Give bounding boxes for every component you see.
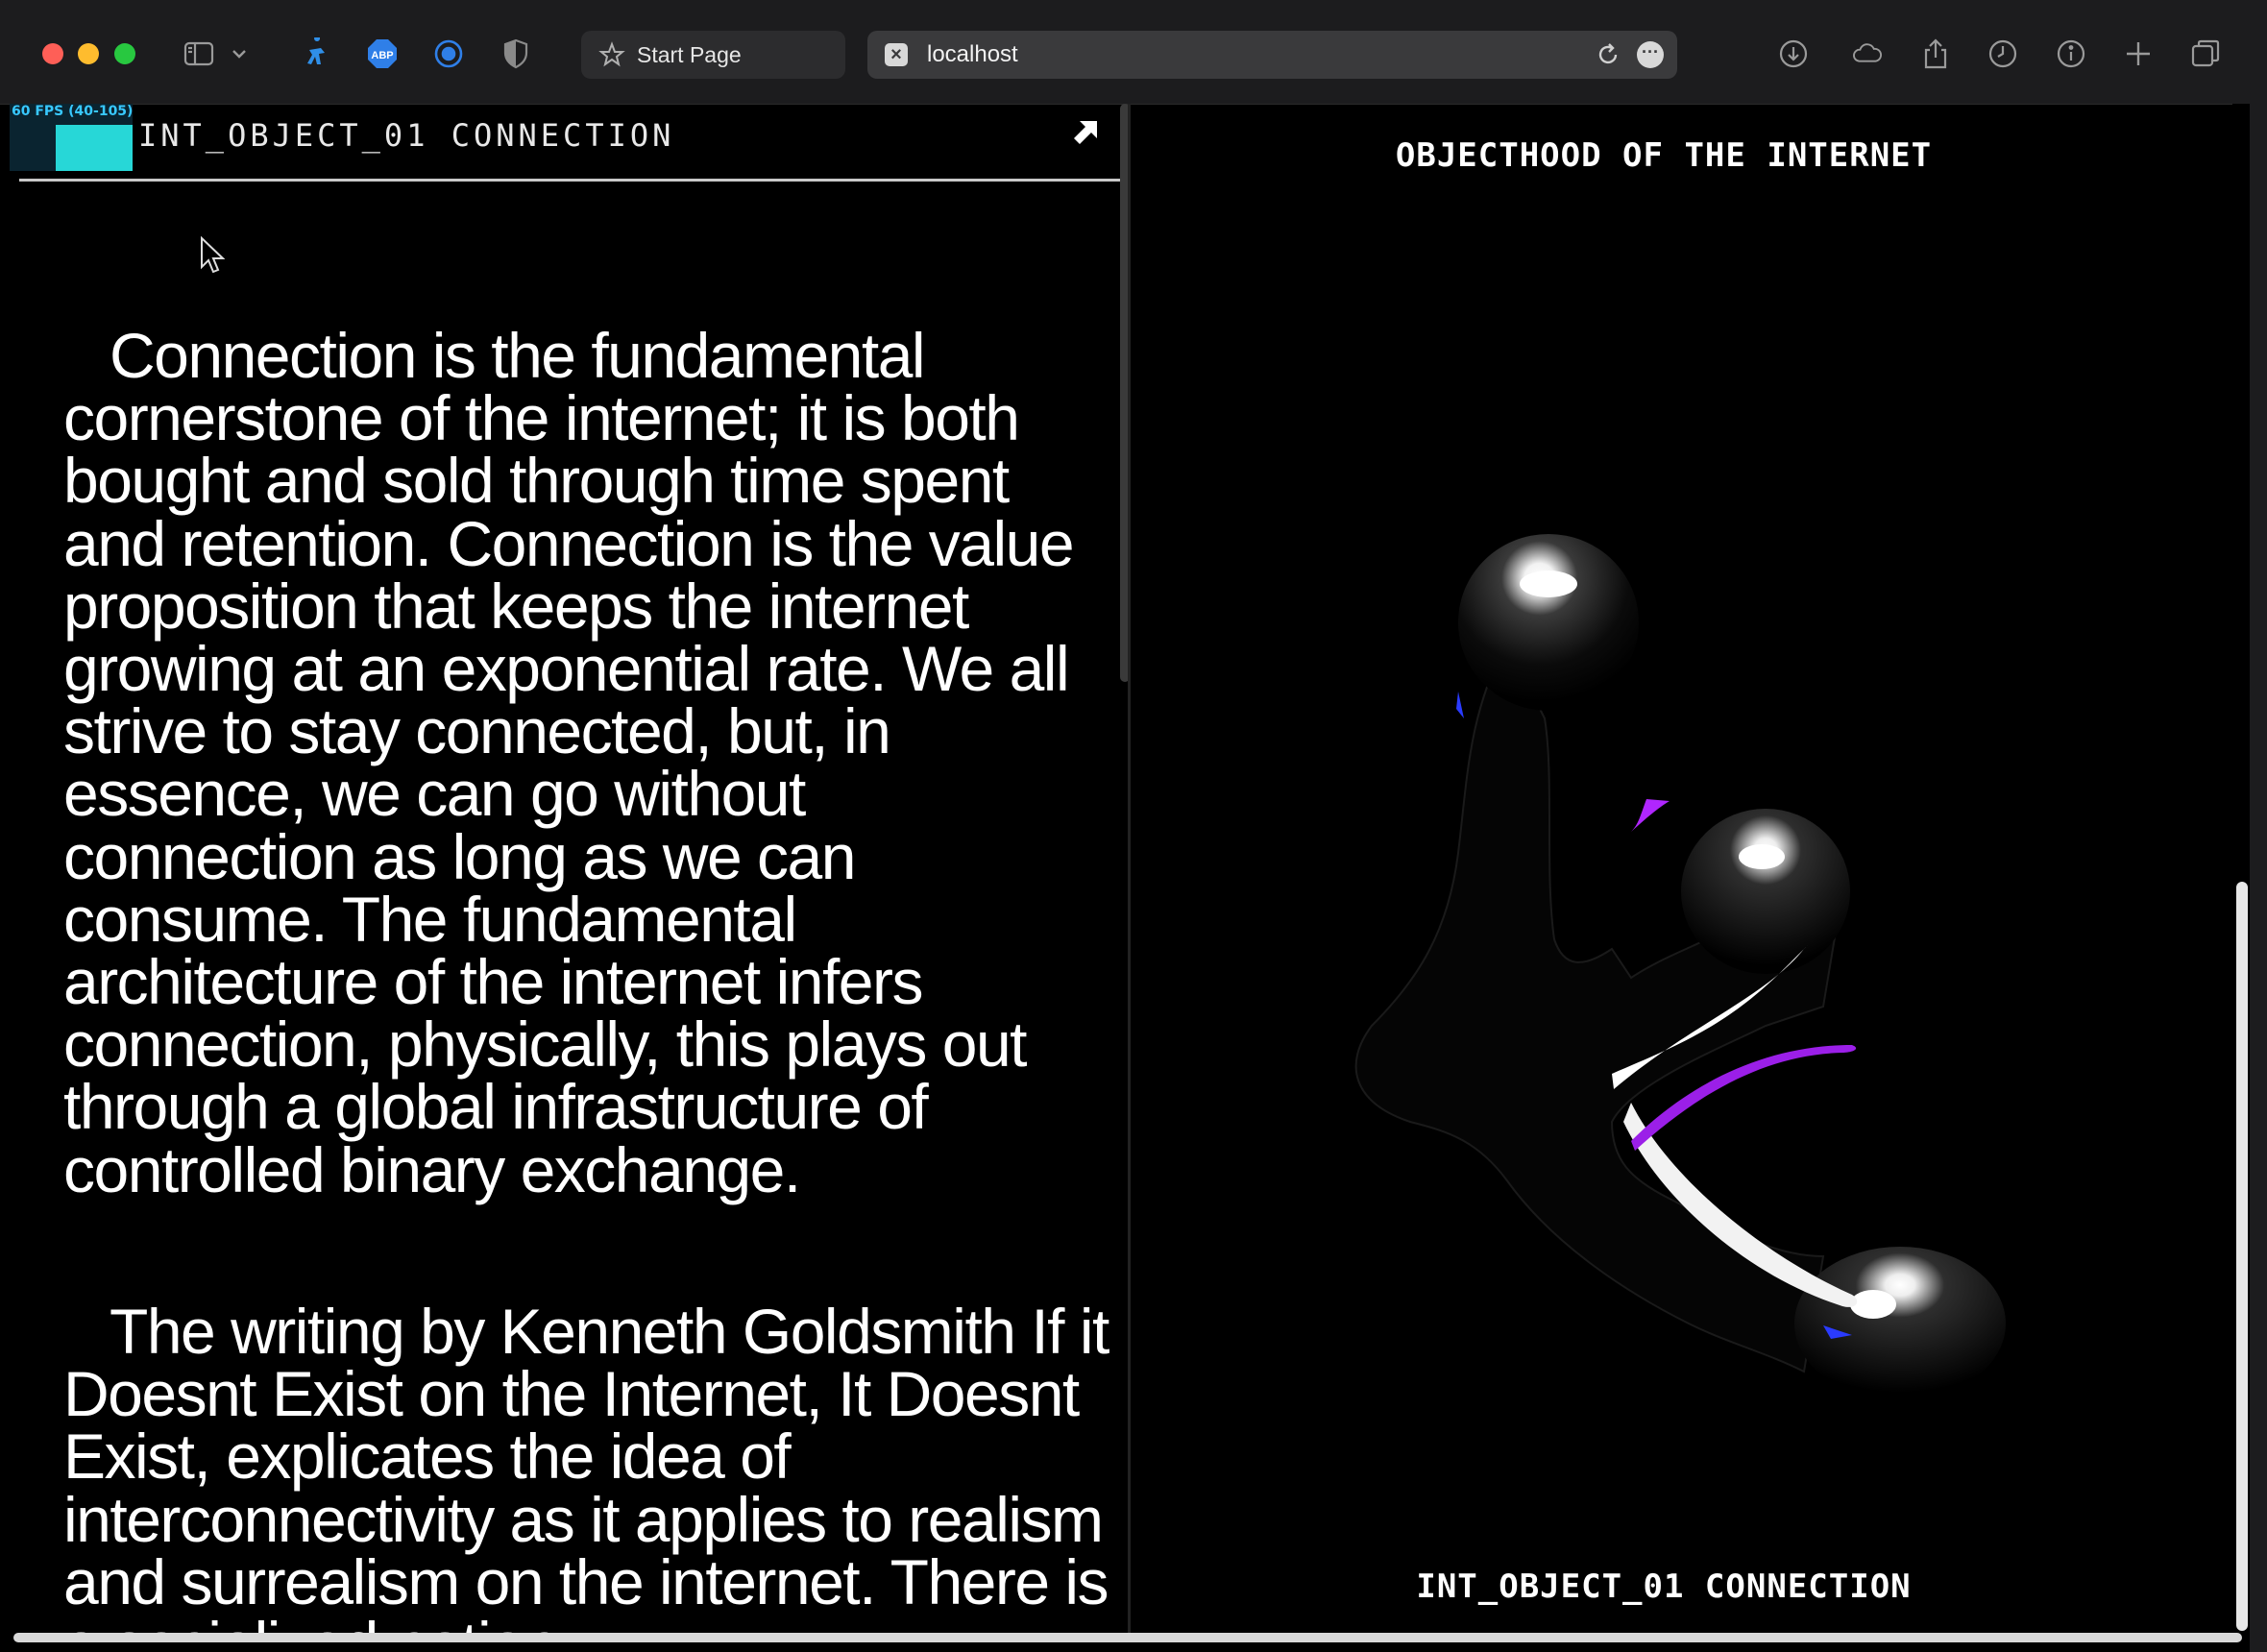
viewer-footer: INT_OBJECT_01 CONNECTION (1416, 1567, 1912, 1606)
sidebar-icon[interactable] (180, 35, 218, 73)
3d-object-canvas[interactable] (1228, 526, 2092, 1429)
body-paragraph: Connection is the fundamental cornerston… (63, 320, 1075, 1205)
more-options-icon[interactable]: ··· (1637, 41, 1664, 68)
panel-heading: INT_OBJECT_01 CONNECTION (138, 117, 675, 154)
tab-start-page[interactable]: Start Page (581, 31, 845, 79)
info-icon[interactable] (2052, 35, 2090, 73)
shield-icon[interactable] (497, 35, 535, 73)
mouse-cursor-icon (201, 236, 225, 274)
star-icon (598, 41, 625, 67)
fps-graph (56, 125, 133, 171)
vertical-scrollbar-thumb[interactable] (2236, 882, 2248, 1631)
viewer-title: OBJECTHOOD OF THE INTERNET (1395, 136, 1933, 175)
body-paragraph: The writing by Kenneth Goldsmith If it D… (63, 1296, 1109, 1633)
panel-scrollbar[interactable] (1120, 104, 1128, 682)
close-window-button[interactable] (42, 43, 63, 64)
reload-icon[interactable] (1595, 41, 1621, 68)
adblock-icon[interactable]: ABP (363, 35, 402, 73)
minimize-window-button[interactable] (78, 43, 99, 64)
tabs-overview-icon[interactable] (2186, 35, 2225, 73)
browser-window: ABP Start Page × localhost ··· INT_OBJEC… (0, 0, 2267, 1652)
text-panel[interactable]: INT_OBJECT_01 CONNECTION 60 FPS (40-105)… (8, 104, 1128, 1633)
tab-label: localhost (927, 41, 1018, 67)
horizontal-scrollbar-thumb[interactable] (13, 1633, 2242, 1642)
window-edge (2250, 104, 2267, 1652)
tab-localhost[interactable]: × localhost ··· (867, 31, 1677, 79)
share-icon[interactable] (1916, 35, 1955, 73)
fps-text: 60 FPS (40-105) (12, 104, 134, 119)
extension-target-icon[interactable] (429, 35, 468, 73)
open-arrow-icon[interactable] (1070, 115, 1103, 148)
download-icon[interactable] (1774, 35, 1813, 73)
chevron-down-icon[interactable] (228, 35, 251, 73)
history-icon[interactable] (1984, 35, 2022, 73)
browser-toolbar: ABP Start Page × localhost ··· (0, 0, 2267, 105)
tab-label: Start Page (637, 41, 742, 67)
heading-divider (19, 179, 1128, 182)
zoom-window-button[interactable] (114, 43, 135, 64)
tab-close-icon[interactable]: × (885, 43, 908, 66)
plus-icon[interactable] (2119, 35, 2157, 73)
extension-figure-icon[interactable] (297, 35, 335, 73)
fps-meter: 60 FPS (40-105) (10, 104, 133, 171)
object-viewer-panel[interactable]: OBJECTHOOD OF THE INTERNET INT_OBJECT_01… (1132, 104, 2236, 1633)
adblock-label: ABP (371, 50, 393, 61)
cloud-icon[interactable] (1845, 35, 1889, 73)
panel-divider (1128, 104, 1131, 1633)
